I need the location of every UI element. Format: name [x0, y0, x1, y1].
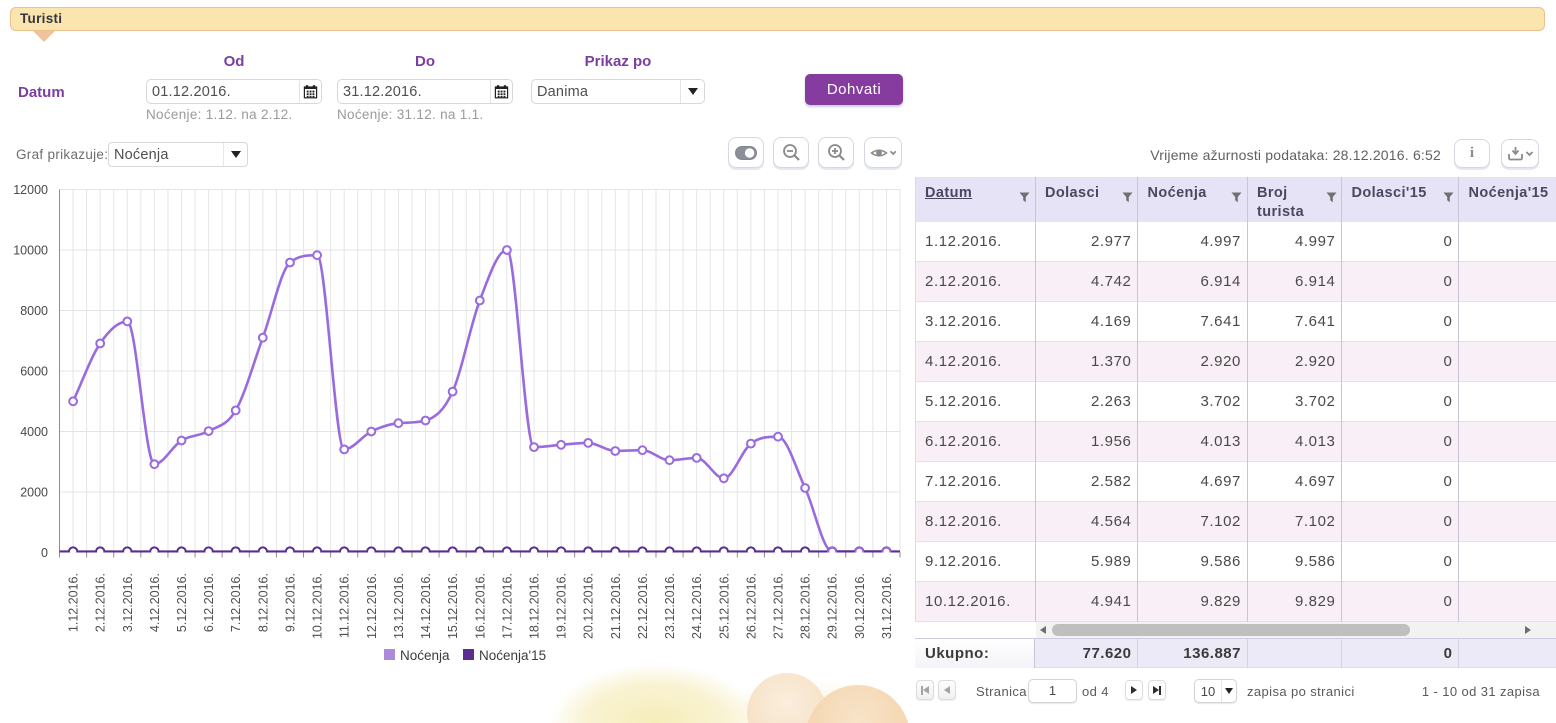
svg-text:23.12.2016.: 23.12.2016.: [663, 573, 677, 639]
svg-text:30.12.2016.: 30.12.2016.: [853, 573, 867, 639]
svg-text:Noćenja'15: Noćenja'15: [479, 648, 546, 663]
svg-text:1.12.2016.: 1.12.2016.: [67, 573, 81, 632]
svg-text:8.12.2016.: 8.12.2016.: [256, 573, 270, 632]
svg-text:2000: 2000: [20, 486, 48, 500]
svg-text:4.12.2016.: 4.12.2016.: [148, 573, 162, 632]
svg-text:10.12.2016.: 10.12.2016.: [311, 573, 325, 639]
svg-text:29.12.2016.: 29.12.2016.: [826, 573, 840, 639]
svg-text:9.12.2016.: 9.12.2016.: [284, 573, 298, 632]
svg-text:16.12.2016.: 16.12.2016.: [473, 573, 487, 639]
svg-text:17.12.2016.: 17.12.2016.: [500, 573, 514, 639]
svg-text:24.12.2016.: 24.12.2016.: [690, 573, 704, 639]
svg-text:3.12.2016.: 3.12.2016.: [121, 573, 135, 632]
svg-text:0: 0: [41, 546, 48, 560]
svg-text:4000: 4000: [20, 425, 48, 439]
svg-text:27.12.2016.: 27.12.2016.: [772, 573, 786, 639]
svg-text:12.12.2016.: 12.12.2016.: [365, 573, 379, 639]
svg-text:18.12.2016.: 18.12.2016.: [528, 573, 542, 639]
svg-text:6.12.2016.: 6.12.2016.: [202, 573, 216, 632]
svg-text:13.12.2016.: 13.12.2016.: [392, 573, 406, 639]
svg-text:31.12.2016.: 31.12.2016.: [880, 573, 894, 639]
svg-text:15.12.2016.: 15.12.2016.: [446, 573, 460, 639]
svg-text:21.12.2016.: 21.12.2016.: [609, 573, 623, 639]
svg-text:25.12.2016.: 25.12.2016.: [717, 573, 731, 639]
svg-text:22.12.2016.: 22.12.2016.: [636, 573, 650, 639]
svg-text:5.12.2016.: 5.12.2016.: [175, 573, 189, 632]
svg-text:7.12.2016.: 7.12.2016.: [229, 573, 243, 632]
svg-text:28.12.2016.: 28.12.2016.: [799, 573, 813, 639]
svg-text:19.12.2016.: 19.12.2016.: [555, 573, 569, 639]
svg-text:20.12.2016.: 20.12.2016.: [582, 573, 596, 639]
svg-text:12000: 12000: [13, 183, 48, 197]
svg-text:14.12.2016.: 14.12.2016.: [419, 573, 433, 639]
svg-text:Noćenja: Noćenja: [400, 648, 450, 663]
svg-text:2.12.2016.: 2.12.2016.: [94, 573, 108, 632]
svg-text:8000: 8000: [20, 304, 48, 318]
svg-text:11.12.2016.: 11.12.2016.: [338, 573, 352, 638]
svg-text:10000: 10000: [13, 244, 48, 258]
svg-text:26.12.2016.: 26.12.2016.: [744, 573, 758, 639]
svg-text:6000: 6000: [20, 365, 48, 379]
